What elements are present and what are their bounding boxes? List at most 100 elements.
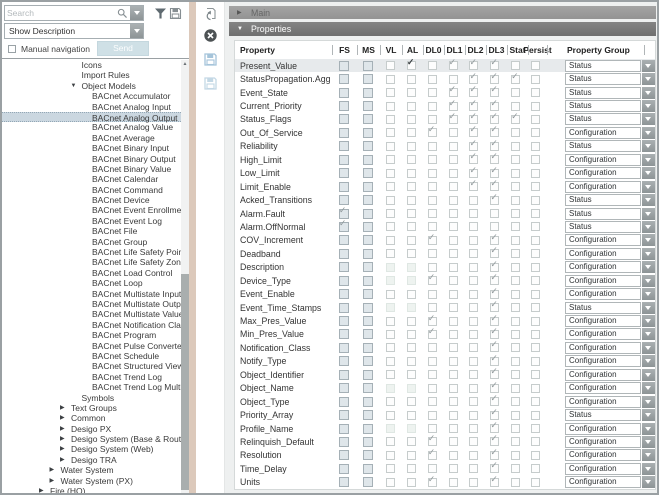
- property-group-select[interactable]: Status: [565, 87, 655, 99]
- tree-item-bacnet-average[interactable]: BACnet Average: [2, 133, 181, 143]
- al-checkbox[interactable]: [407, 276, 416, 285]
- dl1-checkbox[interactable]: [449, 370, 458, 379]
- column-header-persist[interactable]: Persist: [528, 41, 547, 59]
- stat-checkbox[interactable]: [511, 451, 520, 460]
- al-checkbox[interactable]: [407, 397, 416, 406]
- tree-item-bacnet-accumulator[interactable]: BACnet Accumulator: [2, 91, 181, 101]
- filter-icon[interactable]: [154, 7, 167, 20]
- dl0-checkbox[interactable]: [428, 209, 437, 218]
- vl-checkbox[interactable]: [386, 437, 395, 446]
- ms-checkbox[interactable]: [363, 262, 373, 272]
- property-group-dropdown-button[interactable]: [642, 60, 655, 72]
- fs-checkbox[interactable]: [339, 182, 349, 192]
- dl3-checkbox[interactable]: ✓: [490, 370, 499, 379]
- persist-checkbox[interactable]: [531, 343, 540, 352]
- dl0-checkbox[interactable]: [428, 397, 437, 406]
- save-icon[interactable]: [203, 52, 218, 67]
- dl3-checkbox[interactable]: ✓: [490, 290, 499, 299]
- dl0-checkbox[interactable]: [428, 303, 437, 312]
- dl2-checkbox[interactable]: [469, 276, 478, 285]
- fs-checkbox[interactable]: [339, 262, 349, 272]
- property-group-select[interactable]: Configuration: [565, 328, 655, 340]
- dl1-checkbox[interactable]: [449, 343, 458, 352]
- dl3-checkbox[interactable]: ✓: [490, 249, 499, 258]
- dl3-checkbox[interactable]: ✓: [490, 128, 499, 137]
- property-row-profile-name[interactable]: Profile_Name✓Configuration: [235, 422, 655, 435]
- tree-item-bacnet-binary-input[interactable]: BACnet Binary Input: [2, 143, 181, 153]
- dl2-checkbox[interactable]: [469, 290, 478, 299]
- dl1-checkbox[interactable]: [449, 464, 458, 473]
- property-group-select[interactable]: Configuration: [565, 234, 655, 246]
- persist-checkbox[interactable]: [531, 424, 540, 433]
- dl1-checkbox[interactable]: [449, 182, 458, 191]
- dl1-checkbox[interactable]: [449, 424, 458, 433]
- stat-checkbox[interactable]: ✓: [511, 115, 520, 124]
- al-checkbox[interactable]: [407, 370, 416, 379]
- property-group-dropdown-button[interactable]: [642, 194, 655, 206]
- persist-checkbox[interactable]: [531, 128, 540, 137]
- al-checkbox[interactable]: [407, 196, 416, 205]
- persist-checkbox[interactable]: [531, 330, 540, 339]
- property-row-status-flags[interactable]: Status_Flags✓✓✓✓Status: [235, 113, 655, 126]
- property-group-select[interactable]: Configuration: [565, 369, 655, 381]
- tree-item-bacnet-calendar[interactable]: BACnet Calendar: [2, 174, 181, 184]
- property-row-relinquish-default[interactable]: Relinquish_Default✓✓Configuration: [235, 435, 655, 448]
- persist-checkbox[interactable]: [531, 249, 540, 258]
- property-group-select[interactable]: Status: [565, 221, 655, 233]
- dl1-checkbox[interactable]: ✓: [449, 61, 458, 70]
- dl0-checkbox[interactable]: ✓: [428, 128, 437, 137]
- persist-checkbox[interactable]: [531, 357, 540, 366]
- dl0-checkbox[interactable]: [428, 263, 437, 272]
- dl3-checkbox[interactable]: ✓: [490, 464, 499, 473]
- property-group-select[interactable]: Status: [565, 409, 655, 421]
- tree-item-bacnet-binary-output[interactable]: BACnet Binary Output: [2, 154, 181, 164]
- dl3-checkbox[interactable]: ✓: [490, 102, 499, 111]
- dl2-checkbox[interactable]: ✓: [469, 115, 478, 124]
- dl0-checkbox[interactable]: [428, 464, 437, 473]
- fs-checkbox[interactable]: [339, 141, 349, 151]
- ms-checkbox[interactable]: [363, 464, 373, 474]
- persist-checkbox[interactable]: [531, 88, 540, 97]
- fs-checkbox[interactable]: [339, 437, 349, 447]
- dl2-checkbox[interactable]: [469, 303, 478, 312]
- ms-checkbox[interactable]: [363, 74, 373, 84]
- property-row-object-name[interactable]: Object_Name✓Configuration: [235, 382, 655, 395]
- save-as-icon[interactable]: [203, 76, 218, 91]
- persist-checkbox[interactable]: [531, 115, 540, 124]
- stat-checkbox[interactable]: [511, 478, 520, 487]
- persist-checkbox[interactable]: [531, 236, 540, 245]
- dl1-checkbox[interactable]: [449, 330, 458, 339]
- al-checkbox[interactable]: [407, 424, 416, 433]
- al-checkbox[interactable]: [407, 88, 416, 97]
- property-group-dropdown-button[interactable]: [642, 248, 655, 260]
- vl-checkbox[interactable]: [386, 343, 395, 352]
- tree-item-text-groups[interactable]: ▶Text Groups: [2, 403, 181, 413]
- dl1-checkbox[interactable]: [449, 478, 458, 487]
- dl3-checkbox[interactable]: [490, 209, 499, 218]
- dl2-checkbox[interactable]: [469, 411, 478, 420]
- ms-checkbox[interactable]: [363, 303, 373, 313]
- vl-checkbox[interactable]: [386, 357, 395, 366]
- tree-item-desigo-system-web[interactable]: ▶Desigo System (Web): [2, 444, 181, 454]
- vl-checkbox[interactable]: [386, 397, 395, 406]
- vl-checkbox[interactable]: [386, 128, 395, 137]
- al-checkbox[interactable]: [407, 75, 416, 84]
- property-group-dropdown-button[interactable]: [642, 449, 655, 461]
- property-row-out-of-service[interactable]: Out_Of_Service✓✓✓Configuration: [235, 126, 655, 139]
- persist-checkbox[interactable]: [531, 169, 540, 178]
- property-row-cov-increment[interactable]: COV_Increment✓✓Configuration: [235, 234, 655, 247]
- dl3-checkbox[interactable]: ✓: [490, 357, 499, 366]
- ms-checkbox[interactable]: [363, 343, 373, 353]
- al-checkbox[interactable]: [407, 142, 416, 151]
- property-group-dropdown-button[interactable]: [642, 100, 655, 112]
- vl-checkbox[interactable]: [386, 290, 395, 299]
- dl3-checkbox[interactable]: ✓: [490, 263, 499, 272]
- scrollbar-thumb[interactable]: [181, 274, 189, 490]
- persist-checkbox[interactable]: [531, 263, 540, 272]
- tree-item-import-rules[interactable]: Import Rules: [2, 70, 181, 80]
- al-checkbox[interactable]: [407, 155, 416, 164]
- property-row-high-limit[interactable]: High_Limit✓✓Configuration: [235, 153, 655, 166]
- fs-checkbox[interactable]: [339, 276, 349, 286]
- al-checkbox[interactable]: [407, 343, 416, 352]
- dl0-checkbox[interactable]: [428, 102, 437, 111]
